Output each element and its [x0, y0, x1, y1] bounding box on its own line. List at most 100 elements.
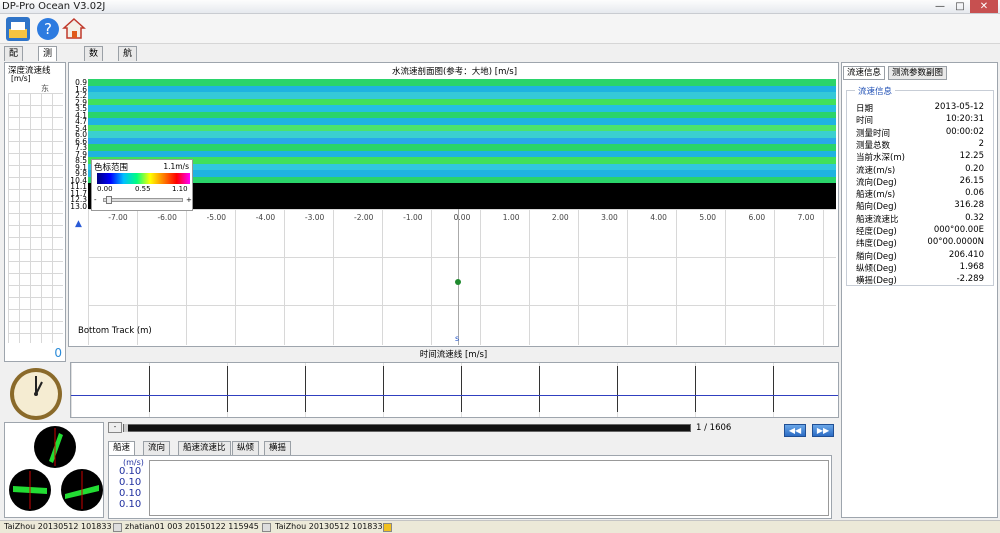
- depth-axis: 0.9 1.6 2.2 2.9 3.5 4.1 4.7 5.4 6.0 6.6 7.3 7.9 8.5 9…: [69, 79, 87, 213]
- time-marker: [617, 366, 618, 412]
- info-label: 船速(m/s): [856, 190, 896, 201]
- color-scale-title: 色标范围: [94, 163, 129, 173]
- playback-minus[interactable]: -: [108, 422, 122, 433]
- tab-config[interactable]: 配置: [4, 46, 24, 73]
- scale-slider-thumb[interactable]: [106, 196, 112, 204]
- time-series-plot: [70, 362, 839, 418]
- minimize-button[interactable]: —: [930, 0, 950, 13]
- status-item: TaiZhou 20130512 101833: [275, 522, 383, 531]
- x-tick-label: 3.00: [601, 213, 618, 222]
- info-value: 0.20: [965, 163, 984, 174]
- info-label: 日期: [856, 104, 874, 114]
- scale-plus[interactable]: +: [186, 196, 192, 204]
- tab-track[interactable]: 航迹: [118, 46, 138, 73]
- tab-measure-control[interactable]: 测流控制: [38, 46, 58, 101]
- ship-speed-tick: 0.10: [119, 488, 142, 499]
- x-tick-label: 0.00: [453, 213, 471, 222]
- tab-measure-params[interactable]: 测流参数副图: [888, 66, 948, 80]
- info-value: 0.06: [965, 188, 984, 199]
- scale-tick-mid: 0.55: [135, 185, 151, 193]
- time-marker: [227, 366, 228, 412]
- info-label: 当前水深(m): [856, 153, 905, 164]
- info-label: 流速(m/s): [856, 165, 896, 176]
- info-label: 测量总数: [856, 140, 891, 151]
- info-value: 0.32: [965, 212, 984, 223]
- x-tick-label: -1.00: [403, 213, 423, 222]
- tab-roll[interactable]: 横摇: [264, 441, 292, 455]
- info-value: 00:00:02: [945, 126, 984, 137]
- info-label: 纬度(Deg): [856, 239, 897, 250]
- south-label: s: [455, 334, 460, 343]
- boat-position-dot: [455, 279, 461, 285]
- info-label: 船速流速比: [856, 214, 899, 225]
- depth-velocity-panel: 深度流速线 [m/s] 东 0: [4, 62, 66, 362]
- tab-flow-info[interactable]: 流速信息: [843, 66, 886, 80]
- x-tick-label: -6.00: [157, 213, 177, 222]
- info-value: 2013-05-12: [934, 102, 984, 112]
- forward-button[interactable]: ▶▶: [812, 424, 834, 437]
- ship-speed-tick: 0.10: [119, 477, 142, 488]
- x-axis: -7.00 -6.00 -5.00 -4.00 -3.00 -2.00 -1.00 0.00 1…: [88, 213, 836, 223]
- time-marker: [539, 366, 540, 412]
- x-tick-label: 6.00: [748, 213, 766, 222]
- svg-text:?: ?: [44, 20, 52, 38]
- x-tick-label: 5.00: [699, 213, 717, 222]
- x-tick-label: 1.00: [502, 213, 520, 222]
- info-value: 000°00.00E: [933, 225, 984, 235]
- info-value: 206.410: [948, 249, 984, 260]
- scale-tick-max: 1.10: [172, 185, 188, 193]
- toolbar: ?: [0, 14, 1000, 44]
- info-value: 10:20:31: [945, 114, 984, 125]
- x-tick-label: -7.00: [108, 213, 128, 222]
- clock-icon: [8, 366, 64, 422]
- title-bar: DP-Pro Ocean V3.02J — □ ✕: [0, 0, 1000, 14]
- ship-speed-tick: 0.10: [119, 499, 142, 510]
- time-grid-line: [71, 363, 72, 417]
- rewind-button[interactable]: ◀◀: [784, 424, 806, 437]
- attitude-panel: [4, 422, 104, 518]
- info-label: 横摇(Deg): [856, 276, 897, 287]
- info-label: 船向(Deg): [856, 202, 897, 213]
- home-icon[interactable]: [62, 17, 86, 41]
- scale-minus[interactable]: -: [94, 196, 97, 204]
- time-series-title: 时间流速线 [m/s]: [419, 350, 488, 360]
- depth-profile-plot: [8, 93, 63, 343]
- time-series-header: 时间流速线 [m/s]: [68, 348, 839, 360]
- window-title: DP-Pro Ocean V3.02J: [2, 1, 106, 12]
- status-item: TaiZhou 20130512 101833: [4, 522, 112, 531]
- tab-data[interactable]: 数据: [84, 46, 104, 73]
- color-scale: 色标范围 1.1m/s 0.00 0.55 1.10 - +: [91, 159, 193, 211]
- help-icon[interactable]: ?: [36, 17, 60, 41]
- info-panel: 流速信息 测流参数副图 流速信息 日期 2013-05-12 时间 10:20:31 测…: [841, 62, 998, 518]
- time-marker: [461, 366, 462, 412]
- ship-speed-axis: 0.10 0.10 0.10 0.10: [119, 466, 141, 510]
- status-item: zhatian01 003 20150122 115945: [125, 522, 259, 531]
- maximize-button[interactable]: □: [950, 0, 970, 13]
- info-label: 测量时间: [856, 128, 891, 139]
- depth-value: 0: [54, 346, 62, 360]
- x-tick-label: 2.00: [551, 213, 569, 222]
- scale-slider[interactable]: [103, 196, 183, 204]
- color-gradient: [97, 173, 190, 184]
- ship-speed-chart: (m/s) 0.10 0.10 0.10 0.10: [108, 455, 832, 519]
- velocity-contour: [88, 79, 836, 210]
- info-value: 316.28: [954, 200, 984, 211]
- close-button[interactable]: ✕: [970, 0, 998, 13]
- tab-flow-direction[interactable]: 流向: [143, 441, 171, 455]
- playback-thumb[interactable]: [124, 424, 128, 432]
- tab-ship-speed[interactable]: 船速: [108, 441, 136, 455]
- info-value: 1.968: [959, 261, 984, 272]
- x-tick-label: -3.00: [304, 213, 325, 222]
- info-label: 流向(Deg): [856, 177, 897, 188]
- tab-pitch[interactable]: 纵倾: [232, 441, 260, 455]
- flow-info-group-title: 流速信息: [855, 85, 896, 97]
- info-value: 2: [978, 138, 984, 149]
- warning-icon: [383, 523, 392, 532]
- attitude-indicators: [9, 426, 103, 511]
- info-value: 00°00.0000N: [927, 237, 984, 248]
- zero-line: [458, 209, 459, 345]
- playback-slider[interactable]: [123, 424, 691, 432]
- open-icon[interactable]: [6, 17, 30, 41]
- file-icon: [113, 523, 122, 532]
- tab-speed-ratio[interactable]: 船速流速比: [178, 441, 231, 455]
